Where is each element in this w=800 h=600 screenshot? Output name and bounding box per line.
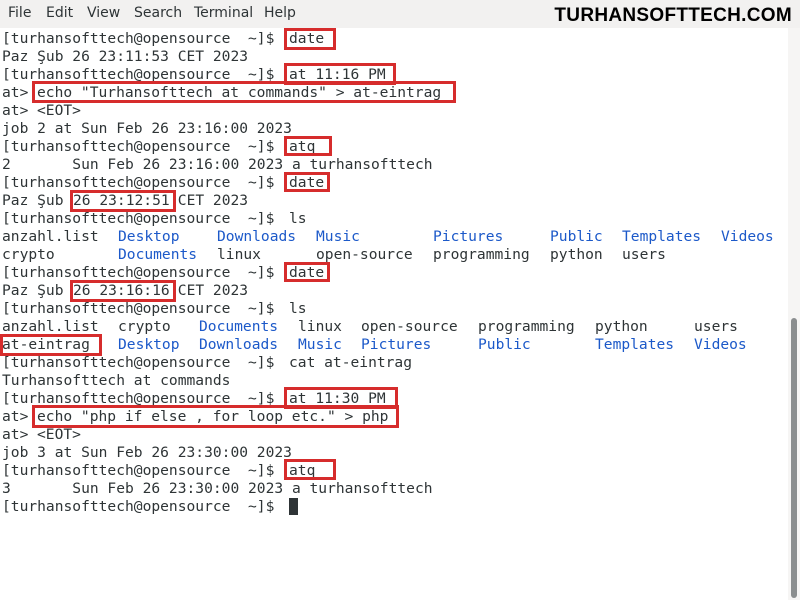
terminal-line: [turhansofttech@opensource ~]$: [2, 498, 274, 516]
highlight-box: [70, 190, 176, 212]
directory-entry: Desktop: [118, 228, 180, 245]
directory-entry: Documents: [199, 318, 279, 335]
directory-entry: users: [622, 246, 666, 263]
terminal-line: [turhansofttech@opensource ~]$ atq: [2, 138, 315, 156]
directory-entry: Videos: [694, 336, 747, 353]
output-text: 3 Sun Feb 26 23:30:00 2023 a turhansoftt…: [2, 480, 433, 497]
terminal-line: 2 Sun Feb 26 23:16:00 2023 a turhansoftt…: [2, 156, 433, 174]
directory-entry: Templates: [622, 228, 702, 245]
terminal-window: File Edit View Search Terminal Help TURH…: [0, 0, 800, 600]
directory-entry: linux: [217, 246, 261, 263]
highlight-box: [284, 136, 332, 156]
output-text: Paz Şub: [2, 192, 73, 209]
output-text: 2 Sun Feb 26 23:16:00 2023 a turhansoftt…: [2, 156, 433, 173]
command-text: ls: [289, 210, 307, 227]
watermark-logo: TURHANSOFTTECH.COM: [554, 5, 792, 26]
directory-entry: linux: [298, 318, 342, 335]
scrollbar-thumb[interactable]: [791, 318, 797, 598]
terminal-line: [turhansofttech@opensource ~]$ atq: [2, 462, 315, 480]
directory-entry: Public: [550, 228, 603, 245]
highlight-box: [284, 262, 330, 282]
highlight-box: [70, 280, 176, 302]
at-prompt: at>: [2, 84, 29, 101]
directory-entry: Public: [478, 336, 531, 353]
terminal-line: at> <EOT>: [2, 426, 81, 444]
directory-entry: Documents: [118, 246, 198, 263]
output-text: CET 2023: [169, 192, 249, 209]
terminal-line: [turhansofttech@opensource ~]$ date: [2, 174, 324, 192]
directory-entry: python: [550, 246, 603, 263]
directory-entry: users: [694, 318, 738, 335]
terminal-line: at> <EOT>: [2, 102, 81, 120]
highlight-box: [284, 172, 330, 192]
output-text: job 2 at Sun Feb 26 23:16:00 2023: [2, 120, 292, 137]
directory-entry: Downloads: [217, 228, 297, 245]
shell-prompt: [turhansofttech@opensource ~]$: [2, 210, 275, 227]
terminal-line: [turhansofttech@opensource ~]$ date: [2, 30, 324, 48]
directory-entry: programming: [478, 318, 575, 335]
menu-search[interactable]: Search: [134, 5, 182, 21]
highlight-box: [32, 81, 456, 103]
directory-entry: Videos: [721, 228, 774, 245]
directory-entry: crypto: [2, 246, 55, 263]
shell-prompt: [turhansofttech@opensource ~]$: [2, 300, 275, 317]
output-text: Turhansofttech at commands: [2, 372, 231, 389]
terminal-output[interactable]: [turhansofttech@opensource ~]$ date Paz …: [0, 28, 788, 600]
menu-terminal[interactable]: Terminal: [194, 5, 253, 21]
highlight-box: [284, 459, 336, 480]
output-text: Paz Şub 26 23:11:53 CET 2023: [2, 48, 249, 65]
file-entry: anzahl.list: [2, 228, 99, 245]
terminal-line: Paz Şub 26 23:16:16 CET 2023: [2, 282, 248, 300]
menu-edit[interactable]: Edit: [46, 5, 73, 21]
at-prompt: at>: [2, 408, 29, 425]
terminal-line: job 3 at Sun Feb 26 23:30:00 2023: [2, 444, 292, 462]
directory-entry: Templates: [595, 336, 675, 353]
terminal-line: anzahl.list Desktop Downloads Music Pict…: [2, 228, 774, 246]
directory-entry: Pictures: [361, 336, 432, 353]
text-cursor: [289, 498, 298, 515]
terminal-line: crypto Documents linux open-source progr…: [2, 246, 666, 264]
directory-entry: Pictures: [433, 228, 504, 245]
terminal-line: [turhansofttech@opensource ~]$ ls: [2, 300, 307, 318]
shell-prompt: [turhansofttech@opensource ~]$: [2, 354, 275, 371]
directory-entry: Downloads: [199, 336, 279, 353]
highlight-box: [0, 334, 102, 356]
directory-entry: Music: [316, 228, 360, 245]
directory-entry: open-source: [316, 246, 413, 263]
directory-entry: Music: [298, 336, 342, 353]
directory-entry: Desktop: [118, 336, 180, 353]
terminal-line: Turhansofttech at commands: [2, 372, 230, 390]
terminal-line: job 2 at Sun Feb 26 23:16:00 2023: [2, 120, 292, 138]
terminal-line: Paz Şub 26 23:12:51 CET 2023: [2, 192, 248, 210]
command-text: ls: [289, 300, 307, 317]
directory-entry: python: [595, 318, 648, 335]
terminal-line: Paz Şub 26 23:11:53 CET 2023: [2, 48, 248, 66]
shell-prompt: [turhansofttech@opensource ~]$: [2, 462, 275, 479]
menu-help[interactable]: Help: [264, 5, 296, 21]
directory-entry: open-source: [361, 318, 458, 335]
shell-prompt: [turhansofttech@opensource ~]$: [2, 498, 275, 515]
directory-entry: crypto: [118, 318, 171, 335]
output-text: Paz Şub: [2, 282, 73, 299]
menu-bar: File Edit View Search Terminal Help TURH…: [0, 0, 800, 28]
terminal-line: [turhansofttech@opensource ~]$ cat at-ei…: [2, 354, 412, 372]
output-text: job 3 at Sun Feb 26 23:30:00 2023: [2, 444, 292, 461]
output-text: <EOT>: [37, 102, 81, 119]
output-text: <EOT>: [37, 426, 81, 443]
highlight-box: [284, 28, 336, 50]
at-prompt: at>: [2, 426, 29, 443]
shell-prompt: [turhansofttech@opensource ~]$: [2, 30, 275, 47]
output-text: CET 2023: [169, 282, 249, 299]
menu-file[interactable]: File: [8, 5, 31, 21]
highlight-box: [32, 405, 399, 428]
menu-view[interactable]: View: [87, 5, 120, 21]
at-prompt: at>: [2, 102, 29, 119]
terminal-line: [turhansofttech@opensource ~]$ date: [2, 264, 324, 282]
shell-prompt: [turhansofttech@opensource ~]$: [2, 138, 275, 155]
terminal-line: 3 Sun Feb 26 23:30:00 2023 a turhansoftt…: [2, 480, 433, 498]
vertical-scrollbar[interactable]: [788, 28, 800, 600]
terminal-line: [turhansofttech@opensource ~]$ ls: [2, 210, 307, 228]
command-text: cat at-eintrag: [289, 354, 413, 371]
directory-entry: programming: [433, 246, 530, 263]
